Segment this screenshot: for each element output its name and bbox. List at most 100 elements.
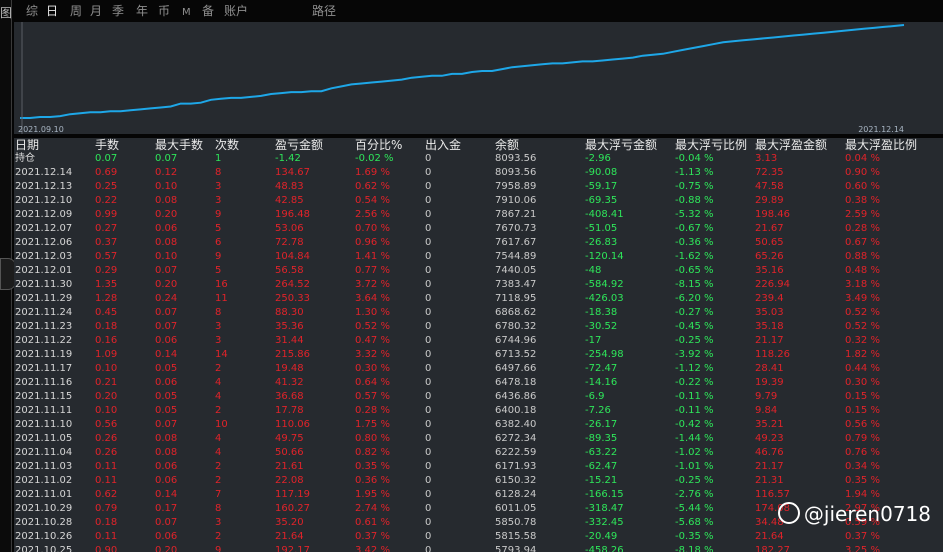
cell-col-11: 19.39: [755, 377, 784, 388]
cell-col-8: 6868.62: [495, 307, 537, 318]
cell-col-12: 0.37 %: [845, 531, 880, 542]
table-row: 2021.11.24 0.45 0.07 8 88.30 1.30 % 0 6868.62 -1…: [14, 306, 943, 320]
cell-col-4: 2: [215, 363, 222, 374]
cell-col-10: -5.68 %: [675, 517, 714, 528]
cell-col-8: 7670.73: [495, 223, 537, 234]
cell-col-8: 8093.56: [495, 167, 537, 178]
table-row: 2021.11.22 0.16 0.06 3 31.44 0.47 % 0 6744.96 -1…: [14, 334, 943, 348]
cell-col-8: 7910.06: [495, 195, 537, 206]
cell-col-9: -7.26: [585, 405, 611, 416]
table-row: 2021.11.03 0.11 0.06 2 21.61 0.35 % 0 6171.93 -6…: [14, 460, 943, 474]
cell-col-2: 0.69: [95, 167, 118, 178]
cell-col-5: 88.30: [275, 307, 304, 318]
cell-col-7: 0: [425, 265, 432, 276]
cell-col-4: 5: [215, 223, 222, 234]
cell-col-12: 0.38 %: [845, 195, 880, 206]
tab-8[interactable]: M: [182, 6, 191, 20]
cell-col-3: 0.07: [155, 321, 178, 332]
cell-col-10: -5.32 %: [675, 209, 714, 220]
cell-col-5: 35.36: [275, 321, 304, 332]
cell-col-10: -0.45 %: [675, 321, 714, 332]
cell-col-9: -318.47: [585, 503, 624, 514]
cell-col-5: 35.20: [275, 517, 304, 528]
tab-3[interactable]: 周: [70, 4, 82, 18]
cell-col-2: 0.37: [95, 237, 118, 248]
cell-col-7: 0: [425, 419, 432, 430]
table-row: 2021.12.07 0.27 0.06 5 53.06 0.70 % 0 7670.73 -5…: [14, 222, 943, 236]
cell-col-10: -1.12 %: [675, 363, 714, 374]
cell-col-1: 2021.11.29: [15, 293, 73, 304]
cell-col-5: 250.33: [275, 293, 310, 304]
tab-6[interactable]: 年: [136, 4, 148, 18]
cell-col-6: 0.61 %: [355, 517, 390, 528]
table-row: 2021.12.06 0.37 0.08 6 72.78 0.96 % 0 7617.67 -2…: [14, 236, 943, 250]
cell-col-6: 0.37 %: [355, 531, 390, 542]
cell-col-12: 0.04 %: [845, 153, 880, 164]
edge-label: 图: [0, 6, 11, 20]
cell-col-10: -0.22 %: [675, 377, 714, 388]
cell-col-1: 2021.11.05: [15, 433, 73, 444]
cell-col-9: -90.08: [585, 167, 618, 178]
cell-col-2: 0.21: [95, 377, 118, 388]
cell-col-8: 5815.58: [495, 531, 537, 542]
cell-col-7: 0: [425, 489, 432, 500]
cell-col-10: -0.75 %: [675, 181, 714, 192]
cell-col-9: -69.35: [585, 195, 618, 206]
cell-col-3: 0.14: [155, 489, 178, 500]
cell-col-9: -14.16: [585, 377, 618, 388]
cell-col-3: 0.10: [155, 181, 178, 192]
cell-col-12: 0.52 %: [845, 321, 880, 332]
cell-col-11: 21.64: [755, 531, 784, 542]
cell-col-7: 0: [425, 321, 432, 332]
table-row: 2021.12.10 0.22 0.08 3 42.85 0.54 % 0 7910.06 -6…: [14, 194, 943, 208]
tab-5[interactable]: 季: [112, 4, 124, 18]
cell-col-9: -120.14: [585, 251, 624, 262]
cell-col-6: 0.30 %: [355, 363, 390, 374]
table-row: 2021.11.05 0.26 0.08 4 49.75 0.80 % 0 6272.34 -8…: [14, 432, 943, 446]
cell-col-5: 17.78: [275, 405, 304, 416]
cell-col-3: 0.07: [155, 307, 178, 318]
cell-col-4: 2: [215, 405, 222, 416]
cell-col-6: 1.69 %: [355, 167, 390, 178]
cell-col-9: -63.22: [585, 447, 618, 458]
cell-col-6: 0.28 %: [355, 405, 390, 416]
cell-col-6: 3.32 %: [355, 349, 390, 360]
cell-col-2: 0.90: [95, 545, 118, 552]
cell-col-10: -0.25 %: [675, 475, 714, 486]
tab-4[interactable]: 月: [90, 4, 102, 18]
cell-col-7: 0: [425, 209, 432, 220]
cell-col-4: 4: [215, 433, 222, 444]
cell-col-7: 0: [425, 335, 432, 346]
cell-col-5: 41.32: [275, 377, 304, 388]
cell-col-6: 0.82 %: [355, 447, 390, 458]
tab-9[interactable]: 备: [202, 4, 214, 18]
cell-col-12: 0.90 %: [845, 167, 880, 178]
cell-col-1: 2021.11.30: [15, 279, 73, 290]
cell-col-4: 3: [215, 181, 222, 192]
cell-col-1: 2021.11.22: [15, 335, 73, 346]
equity-chart-svg: 2021.09.10 2021.12.14: [18, 22, 905, 134]
cell-col-9: -408.41: [585, 209, 624, 220]
cell-col-9: -20.49: [585, 531, 618, 542]
chart-end-date: 2021.12.14: [858, 125, 904, 134]
cell-col-5: 53.06: [275, 223, 304, 234]
cell-col-5: 196.48: [275, 209, 310, 220]
holding-row: 持仓 0.07 0.07 1 -1.42 -0.02 % 0 8093.56 -2.96 -0.0…: [14, 152, 943, 166]
cell-col-3: 0.08: [155, 433, 178, 444]
tab-10[interactable]: 账户: [224, 4, 248, 18]
table-row: 2021.11.04 0.26 0.08 4 50.66 0.82 % 0 6222.59 -6…: [14, 446, 943, 460]
cell-col-4: 16: [215, 279, 228, 290]
tab-11[interactable]: 路径: [312, 4, 336, 18]
tab-1[interactable]: 综: [26, 4, 38, 18]
table-row: 2021.11.16 0.21 0.06 4 41.32 0.64 % 0 6478.18 -1…: [14, 376, 943, 390]
cell-col-4: 4: [215, 377, 222, 388]
tab-2[interactable]: 日: [46, 4, 58, 18]
cell-col-11: 28.41: [755, 363, 784, 374]
cell-col-11: 65.26: [755, 251, 784, 262]
cell-col-2: 0.18: [95, 321, 118, 332]
table-row: 2021.11.01 0.62 0.14 7 117.19 1.95 % 0 6128.24 -…: [14, 488, 943, 502]
cell-col-8: 7440.05: [495, 265, 537, 276]
cell-col-11: 47.58: [755, 181, 784, 192]
tab-7[interactable]: 币: [158, 4, 170, 18]
cell-col-9: -30.52: [585, 321, 618, 332]
